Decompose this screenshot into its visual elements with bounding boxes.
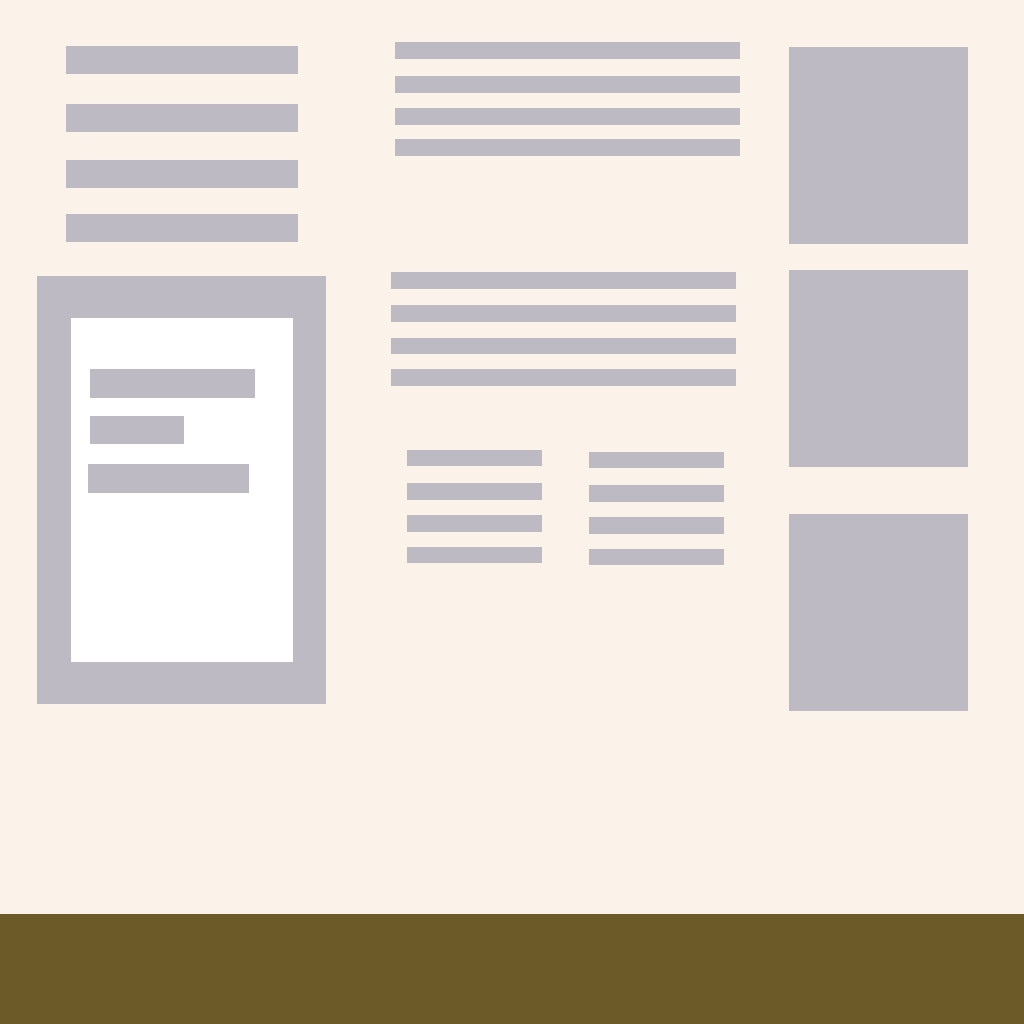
text-line-placeholder: [391, 338, 736, 354]
text-line-placeholder: [395, 42, 740, 59]
panel-text-placeholder: [88, 464, 249, 493]
list-item-placeholder[interactable]: [407, 483, 542, 500]
text-line-placeholder: [395, 139, 740, 156]
list-item-placeholder[interactable]: [407, 515, 542, 532]
nav-item-placeholder[interactable]: [66, 104, 298, 132]
list-item-placeholder[interactable]: [407, 547, 542, 563]
list-item-placeholder[interactable]: [407, 450, 542, 466]
list-item-placeholder[interactable]: [589, 452, 724, 468]
content-panel-body: [71, 318, 293, 662]
list-item-placeholder[interactable]: [589, 485, 724, 502]
text-line-placeholder: [395, 108, 740, 125]
footer-bar: [0, 914, 1024, 1024]
text-line-placeholder: [395, 76, 740, 93]
text-line-placeholder: [391, 272, 736, 289]
text-line-placeholder: [391, 305, 736, 322]
nav-item-placeholder[interactable]: [66, 214, 298, 242]
text-line-placeholder: [391, 369, 736, 386]
list-item-placeholder[interactable]: [589, 549, 724, 565]
image-placeholder: [789, 47, 968, 244]
panel-text-placeholder: [90, 416, 184, 444]
image-placeholder: [789, 514, 968, 711]
panel-text-placeholder: [90, 369, 255, 398]
image-placeholder: [789, 270, 968, 467]
list-item-placeholder[interactable]: [589, 517, 724, 534]
nav-item-placeholder[interactable]: [66, 160, 298, 188]
nav-item-placeholder[interactable]: [66, 46, 298, 74]
content-panel-frame: [37, 276, 326, 704]
wireframe-page: [0, 0, 1024, 1024]
